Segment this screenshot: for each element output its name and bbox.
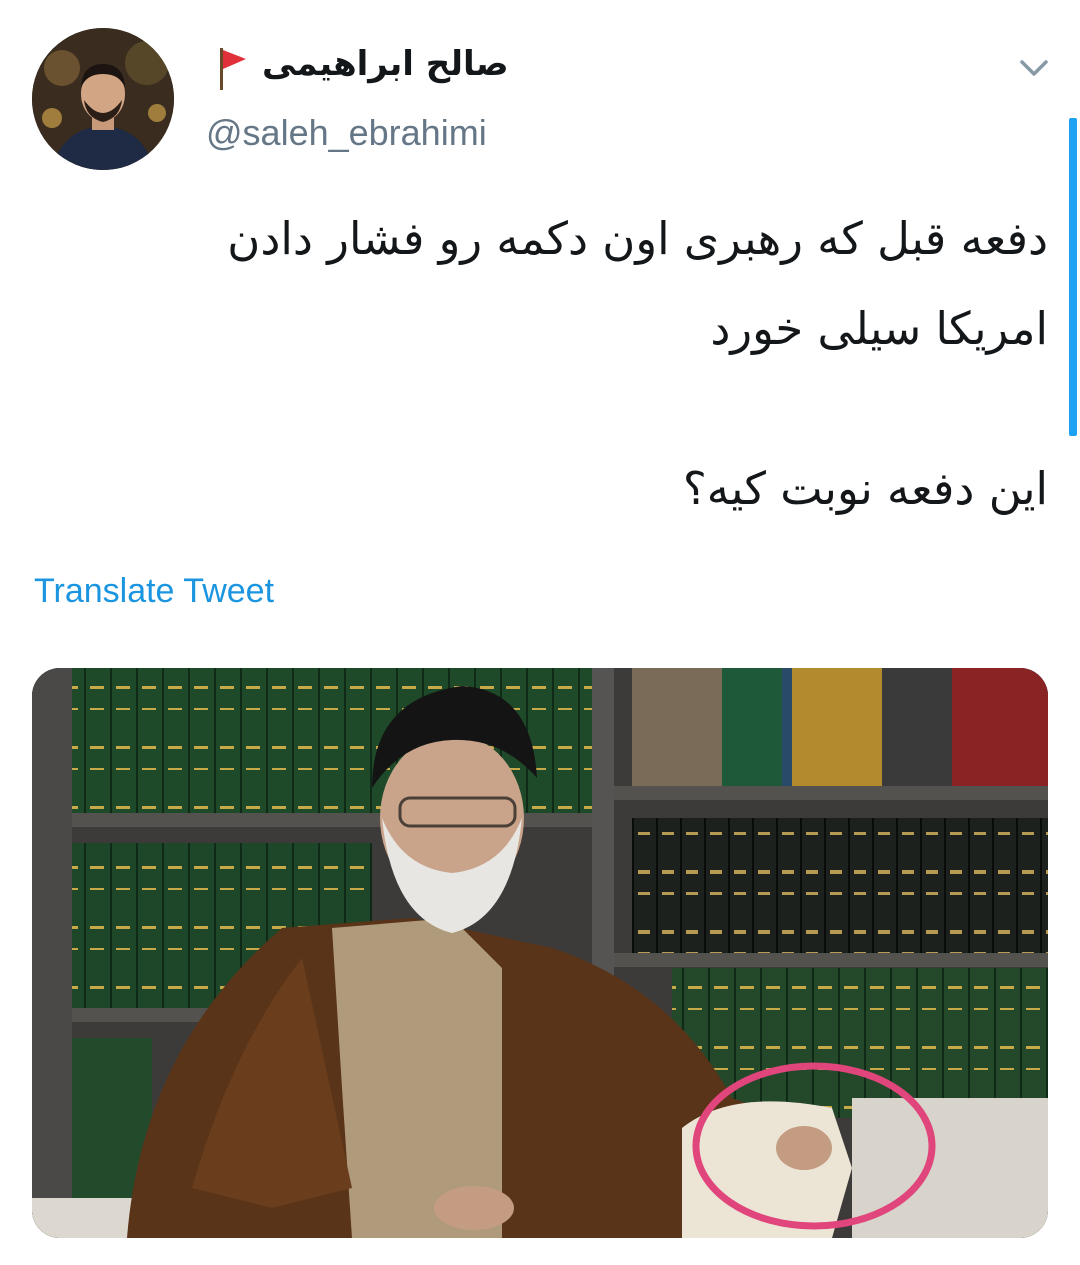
author-display-name[interactable]: صالح ابراهیمی bbox=[262, 44, 509, 84]
tweet-text-line-2: امریکا سیلی خورد bbox=[710, 302, 1048, 355]
flag-icon bbox=[220, 48, 246, 90]
tweet-text-line-3: این دفعه نوبت کیه؟ bbox=[682, 462, 1048, 515]
chevron-down-icon[interactable] bbox=[1016, 54, 1052, 82]
tweet-text-line-1: دفعه قبل که رهبری اون دکمه رو فشار دادن bbox=[227, 212, 1048, 265]
avatar[interactable] bbox=[32, 28, 174, 170]
tweet-photo[interactable] bbox=[32, 668, 1048, 1238]
scroll-indicator[interactable] bbox=[1069, 118, 1077, 436]
author-handle[interactable]: @saleh_ebrahimi bbox=[206, 112, 487, 154]
translate-tweet-link[interactable]: Translate Tweet bbox=[34, 572, 274, 611]
